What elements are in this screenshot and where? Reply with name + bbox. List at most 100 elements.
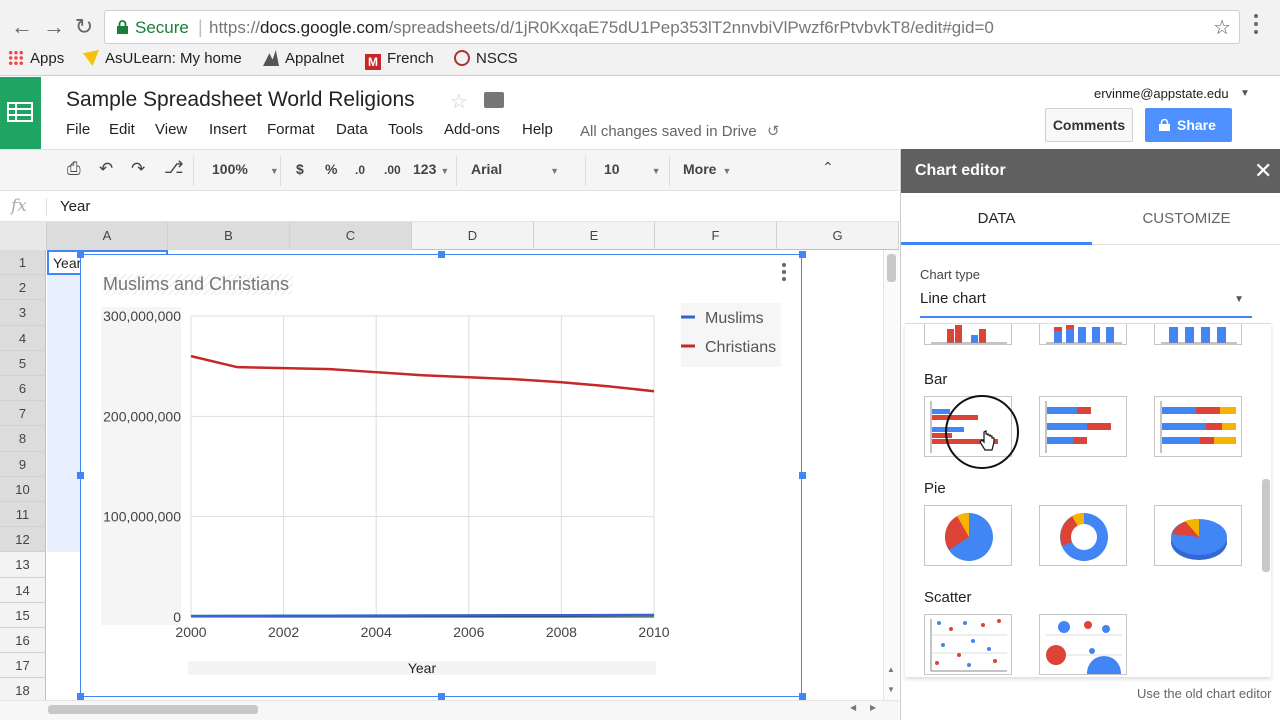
pie-chart-option[interactable] [924,505,1012,566]
row-header-3[interactable]: 3 [0,300,46,326]
menu-addons[interactable]: Add-ons [444,121,500,138]
row-header-14[interactable]: 14 [0,577,46,603]
bookmark-asulearn[interactable]: AsULearn: My home [83,50,242,67]
row-header-9[interactable]: 9 [0,451,46,477]
column-chart-option[interactable] [924,324,1012,345]
redo-icon[interactable]: ↷ [131,159,145,179]
document-title[interactable]: Sample Spreadsheet World Religions [66,88,415,112]
old-chart-editor-link[interactable]: Use the old chart editor [1137,686,1271,701]
menu-format[interactable]: Format [267,121,315,138]
resize-handle[interactable] [799,472,806,479]
scroll-right-arrow-icon[interactable]: ▶ [870,703,876,712]
row-header-5[interactable]: 5 [0,350,46,376]
scroll-down-arrow-icon[interactable]: ▼ [887,685,895,694]
resize-handle[interactable] [799,693,806,700]
resize-handle[interactable] [77,472,84,479]
menu-tools[interactable]: Tools [388,121,423,138]
paint-format-icon[interactable]: ⎇ [164,158,184,178]
vertical-scroll-thumb[interactable] [887,254,896,282]
chart-type-list[interactable]: Bar Pie Scatter [905,323,1271,677]
row-header-6[interactable]: 6 [0,376,46,402]
bookmark-apps[interactable]: Apps [8,50,64,67]
print-icon[interactable]: ⎙ [67,159,81,179]
100-percent-column-chart-option[interactable] [1154,324,1242,345]
resize-handle[interactable] [438,693,445,700]
row-header-16[interactable]: 16 [0,628,46,654]
bookmark-appalnet[interactable]: Appalnet [263,50,344,67]
column-header-e[interactable]: E [534,222,655,250]
formula-input[interactable]: Year [60,198,90,215]
undo-icon[interactable]: ↶ [99,159,113,179]
scatter-chart-option[interactable] [924,614,1012,675]
stacked-bar-chart-option[interactable] [1039,396,1127,457]
account-email[interactable]: ervinme@appstate.edu [1094,86,1229,101]
menu-edit[interactable]: Edit [109,121,135,138]
font-select[interactable]: Arial ▼ [471,161,559,177]
column-header-g[interactable]: G [777,222,899,250]
row-header-18[interactable]: 18 [0,678,46,700]
more-formats-button[interactable]: 123 ▼ [413,161,449,177]
row-header-15[interactable]: 15 [0,602,46,628]
bookmark-star-icon[interactable]: ☆ [1213,15,1231,40]
account-dropdown-icon[interactable]: ▼ [1240,88,1250,99]
back-button[interactable]: ← [8,12,36,42]
decrease-decimals-button[interactable]: .0 [355,163,365,177]
percent-format-button[interactable]: % [325,161,337,177]
row-header-1[interactable]: 1 [0,250,46,276]
stacked-column-chart-option[interactable] [1039,324,1127,345]
resize-handle[interactable] [77,251,84,258]
collapse-toolbar-icon[interactable]: ⌃ [822,159,834,176]
menu-help[interactable]: Help [522,121,553,138]
row-header-13[interactable]: 13 [0,552,46,578]
embedded-chart[interactable]: 2000 2002 2004 2006 2008 2010 0 100,000,000 200… [77,251,806,700]
chart-menu-icon[interactable] [782,263,788,284]
tab-data[interactable]: DATA [901,193,1092,245]
donut-chart-option[interactable] [1039,505,1127,566]
currency-format-button[interactable]: $ [296,161,304,177]
zoom-select[interactable]: 100% ▼ [212,161,279,177]
row-header-8[interactable]: 8 [0,426,46,452]
chart-type-select[interactable]: Line chart ▼ [920,290,1252,318]
column-header-f[interactable]: F [655,222,777,250]
scroll-left-arrow-icon[interactable]: ◀ [850,703,856,712]
increase-decimals-button[interactable]: .00 [384,163,401,177]
star-icon[interactable]: ☆ [450,89,468,114]
resize-handle[interactable] [799,251,806,258]
select-all-corner[interactable] [0,222,47,250]
font-size-select[interactable]: 10 ▼ [604,161,661,177]
column-header-a[interactable]: A [47,222,168,250]
save-status[interactable]: All changes saved in Drive ↺ [580,122,780,140]
reload-button[interactable]: ↻ [70,12,98,42]
share-button[interactable]: Share [1145,108,1232,142]
resize-handle[interactable] [77,693,84,700]
vertical-scrollbar[interactable]: ▲ ▼ [883,250,899,700]
tab-customize[interactable]: CUSTOMIZE [1092,193,1280,245]
bubble-chart-option[interactable] [1039,614,1127,675]
column-header-d[interactable]: D [412,222,534,250]
history-icon[interactable]: ↺ [767,123,780,140]
bookmark-nscs[interactable]: NSCS [454,50,518,67]
3d-pie-chart-option[interactable] [1154,505,1242,566]
bookmark-french[interactable]: M French [365,50,434,70]
row-header-10[interactable]: 10 [0,476,46,502]
address-bar[interactable]: Secure | https://docs.google.com/spreads… [104,10,1240,44]
menu-view[interactable]: View [155,121,187,138]
more-button[interactable]: More ▼ [683,161,731,177]
menu-data[interactable]: Data [336,121,368,138]
browser-menu-icon[interactable] [1254,14,1260,38]
scroll-up-arrow-icon[interactable]: ▲ [887,665,895,674]
horizontal-scrollbar[interactable]: ◀ ▶ [0,700,899,720]
column-header-b[interactable]: B [168,222,290,250]
row-header-11[interactable]: 11 [0,502,46,528]
row-header-12[interactable]: 12 [0,527,46,553]
forward-button[interactable]: → [40,12,68,42]
comments-button[interactable]: Comments [1045,108,1133,142]
resize-handle[interactable] [438,251,445,258]
row-header-4[interactable]: 4 [0,325,46,351]
column-header-c[interactable]: C [290,222,412,250]
sheets-logo-icon[interactable] [0,77,41,149]
row-header-7[interactable]: 7 [0,401,46,427]
menu-file[interactable]: File [66,121,90,138]
close-icon[interactable]: ✕ [1254,158,1272,184]
horizontal-scroll-thumb[interactable] [48,705,258,714]
